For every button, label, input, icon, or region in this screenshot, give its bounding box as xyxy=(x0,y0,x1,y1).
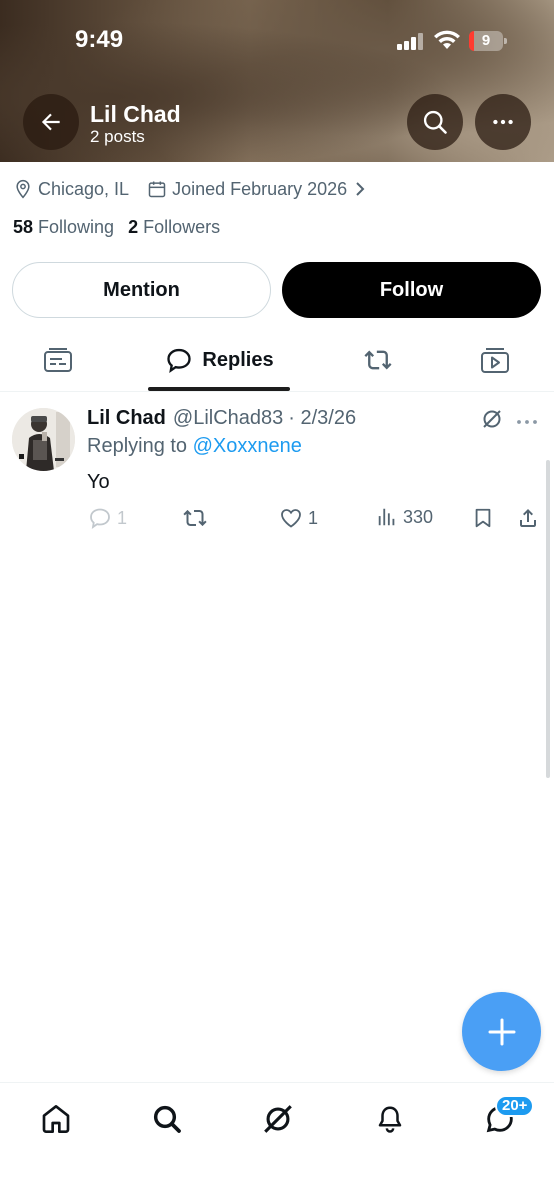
bell-icon xyxy=(378,1106,402,1133)
nav-home[interactable] xyxy=(38,1101,74,1137)
mention-button[interactable]: Mention xyxy=(12,262,271,318)
profile-banner: 9:49 9 Lil Chad 2 posts xyxy=(0,0,554,162)
tab-replies[interactable]: Replies xyxy=(148,330,290,390)
chevron-right-icon[interactable] xyxy=(353,180,367,198)
share-button[interactable] xyxy=(516,506,540,530)
post-header: Lil Chad @LilChad83 · 2/3/26 xyxy=(87,407,356,430)
replying-to: Replying to @Xoxxnene xyxy=(87,435,302,458)
like-button[interactable]: 1 xyxy=(279,506,318,530)
replies-icon xyxy=(167,348,192,374)
avatar[interactable] xyxy=(12,408,75,471)
reply-icon xyxy=(90,508,110,529)
highlights-icon xyxy=(44,348,72,372)
tab-highlights[interactable] xyxy=(20,330,96,390)
nav-notifications[interactable] xyxy=(372,1101,408,1137)
more-horizontal-icon xyxy=(493,119,513,125)
share-icon xyxy=(520,509,536,527)
tab-reposts[interactable] xyxy=(340,330,416,390)
grok-icon xyxy=(264,1105,292,1133)
views-button[interactable]: 330 xyxy=(376,506,433,528)
plus-icon xyxy=(488,1018,515,1045)
arrow-left-icon xyxy=(41,113,60,131)
bookmark-button[interactable] xyxy=(472,506,494,530)
grok-icon[interactable] xyxy=(480,407,504,436)
active-tab-indicator xyxy=(148,387,290,391)
post-text: Yo xyxy=(87,471,110,493)
post-author-name[interactable]: Lil Chad xyxy=(87,407,166,430)
follow-button[interactable]: Follow xyxy=(282,262,541,318)
back-button[interactable] xyxy=(23,94,79,150)
following-label: Following xyxy=(38,217,115,237)
scrollbar[interactable] xyxy=(546,460,550,778)
calendar-icon xyxy=(147,179,167,199)
profile-meta: Chicago, IL Joined February 2026 xyxy=(13,176,372,202)
repost-icon xyxy=(183,509,207,527)
messages-badge: 20+ xyxy=(495,1095,535,1117)
status-time: 9:49 xyxy=(75,26,124,53)
following-link[interactable]: 58 Following xyxy=(13,217,114,238)
repost-button[interactable] xyxy=(182,506,208,530)
status-bar: 9:49 9 xyxy=(0,0,554,80)
replying-to-link[interactable]: @Xoxxnene xyxy=(193,435,302,457)
nav-grok[interactable] xyxy=(260,1101,296,1137)
wifi-icon xyxy=(434,30,460,49)
media-icon xyxy=(481,348,509,373)
home-icon xyxy=(42,1105,70,1133)
location-icon xyxy=(13,179,33,199)
bookmark-icon xyxy=(475,508,491,528)
followers-label: Followers xyxy=(143,217,221,237)
views-icon xyxy=(378,508,395,526)
followers-link[interactable]: 2 Followers xyxy=(128,217,220,238)
post-date: · 2/3/26 xyxy=(288,407,357,429)
view-count: 330 xyxy=(403,506,434,527)
tab-media[interactable] xyxy=(457,330,533,390)
like-count: 1 xyxy=(308,507,319,528)
search-button[interactable] xyxy=(407,94,463,150)
repost-icon xyxy=(364,350,392,370)
header-post-count: 2 posts xyxy=(90,127,145,146)
cellular-signal-icon xyxy=(397,32,425,50)
post-more-icon[interactable] xyxy=(515,413,539,431)
post-author-handle[interactable]: @LilChad83 xyxy=(173,407,283,430)
tab-replies-label: Replies xyxy=(202,348,274,371)
header-name: Lil Chad xyxy=(90,101,181,127)
battery-level: 9 xyxy=(481,32,491,49)
followers-count: 2 xyxy=(128,217,139,237)
more-options-button[interactable] xyxy=(475,94,531,150)
profile-tabs: Replies xyxy=(0,330,554,392)
search-icon xyxy=(423,110,447,134)
replying-prefix: Replying to xyxy=(87,435,188,457)
bottom-navigation: 20+ xyxy=(0,1082,554,1200)
heart-icon xyxy=(281,509,301,528)
following-count: 58 xyxy=(13,217,34,237)
reply-button[interactable]: 1 xyxy=(88,506,127,530)
battery-icon: 9 xyxy=(469,31,507,51)
profile-location: Chicago, IL xyxy=(38,178,130,199)
search-icon xyxy=(153,1105,181,1133)
follow-stats: 58 Following 2 Followers xyxy=(13,217,220,238)
profile-joined: Joined February 2026 xyxy=(172,178,348,199)
reply-count: 1 xyxy=(117,507,128,528)
nav-search[interactable] xyxy=(149,1101,185,1137)
post-actions: 1 1 330 xyxy=(0,506,554,534)
compose-post-button[interactable] xyxy=(462,992,541,1071)
reply-post[interactable]: Lil Chad @LilChad83 · 2/3/26 Replying to… xyxy=(0,393,554,543)
